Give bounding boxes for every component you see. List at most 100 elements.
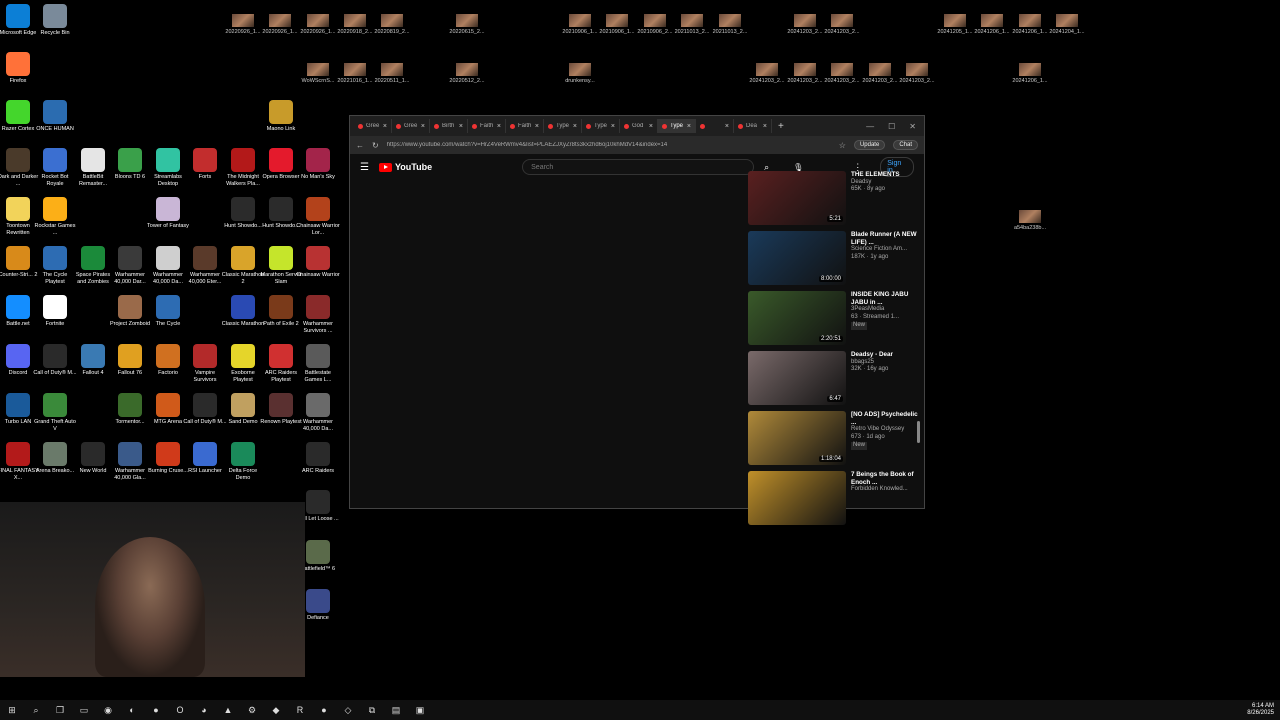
desktop-icon-no-mans-sky[interactable]: No Man's Sky [296,148,340,181]
desktop-icon-rockstar[interactable]: Rockstar Games ... [33,197,77,237]
desktop-icon-battlestate[interactable]: Battlestate Games L... [296,344,340,384]
reload-button[interactable]: ↻ [372,141,379,150]
hamburger-menu-icon[interactable]: ☰ [360,162,369,173]
desktop-file[interactable]: 20220511_1... [370,63,414,84]
desktop-icon-fortnite[interactable]: Fortnite [33,295,77,328]
video-title[interactable]: Deadsy - Dear [851,351,919,359]
channel-name[interactable]: Retro Vibe Odyssey [851,426,919,434]
tab-close-icon[interactable]: × [725,123,729,130]
tab-close-icon[interactable]: × [421,123,425,130]
video-thumbnail[interactable]: 8:00:00 [748,231,846,285]
browser-tab[interactable]: Faith × [468,119,506,133]
desktop-file[interactable]: 20220615_2... [445,14,489,35]
desktop-icon-firefox[interactable]: Firefox [0,52,40,85]
channel-name[interactable]: 3PeasMedia [851,306,919,314]
desktop-icon-chainsaw-warrior[interactable]: Chainsaw Warrior Lor... [296,197,340,237]
task-view-icon[interactable]: ❐ [48,700,72,720]
desktop-icon-gta[interactable]: Grand Theft Auto V [33,393,77,433]
desktop-icon-tower-of-fantasy[interactable]: Tower of Fantasy [146,197,190,230]
video-thumbnail[interactable]: 5:21 [748,171,846,225]
desktop-file[interactable]: 20220512_2... [445,63,489,84]
video-title[interactable]: Blade Runner (A NEW LIFE) ... [851,231,919,246]
desktop-icon-maono[interactable]: Maono Link [259,100,303,133]
channel-name[interactable]: Forbidden Knowled... [851,486,919,494]
desktop-icon-recycle-bin[interactable]: Recycle Bin [33,4,77,37]
obs-icon[interactable]: ● [312,700,336,720]
url-field[interactable]: https://www.youtube.com/watch?v=HrZ4VeRW… [387,142,831,148]
video-title[interactable]: 7 Beings the Book of Enoch ... [851,471,919,486]
search-icon[interactable]: ⌕ [24,700,48,720]
close-window-button[interactable]: ✕ [909,122,916,131]
browser-tab[interactable]: Type × [582,119,620,133]
new-tab-button[interactable]: + [778,121,784,132]
recommendation-item[interactable]: 6:47 Deadsy - Dear bbags25 32K · 16y ago [748,351,920,411]
tab-close-icon[interactable]: × [535,123,539,130]
minimize-button[interactable]: — [866,122,874,131]
rockstar-icon[interactable]: R [288,700,312,720]
recommendation-item[interactable]: 8:00:00 Blade Runner (A NEW LIFE) ... Scie… [748,231,920,291]
maximize-button[interactable]: ☐ [888,122,895,131]
update-button[interactable]: Update [853,140,886,150]
tab-close-icon[interactable]: × [573,123,577,130]
video-title[interactable]: [NO ADS] Psychedelic ... [851,411,919,426]
system-clock[interactable]: 6:14 AM 8/26/2025 [1247,703,1280,717]
back-button[interactable]: ← [356,141,364,150]
desktop-file[interactable]: 20241206_1... [1008,63,1052,84]
video-thumbnail[interactable] [748,471,846,525]
video-thumbnail[interactable]: 1:18:04 [748,411,846,465]
scrollbar[interactable] [917,421,920,443]
epic-icon[interactable]: ◆ [264,700,288,720]
chat-button[interactable]: Chat [893,140,918,150]
razer-icon[interactable]: ⧉ [360,700,384,720]
browser-tab[interactable]: × [696,119,734,133]
opera-icon[interactable]: O [168,700,192,720]
video-thumbnail[interactable]: 6:47 [748,351,846,405]
tab-close-icon[interactable]: × [611,123,615,130]
edge-icon[interactable]: ◐ [120,700,144,720]
channel-name[interactable]: Deadsy [851,179,919,187]
desktop-icon-the-cycle[interactable]: The Cycle [146,295,190,328]
desktop-file[interactable]: 20241204_1... [1045,14,1089,35]
bookmark-icon[interactable]: ☆ [839,141,846,150]
chrome-icon[interactable]: ◉ [96,700,120,720]
browser-tab[interactable]: Gree × [354,119,392,133]
browser-tab[interactable]: God × [620,119,658,133]
obs-icon[interactable]: ● [144,700,168,720]
video-title[interactable]: INSIDE KING JABU JABU in ... [851,291,919,306]
tab-close-icon[interactable]: × [383,123,387,130]
tab-close-icon[interactable]: × [763,123,767,130]
desktop-file[interactable]: 20241203_2... [895,63,939,84]
desktop-file[interactable]: 20220819_2... [370,14,414,35]
recommendation-item[interactable]: 5:21 THE ELEMENTS Deadsy 65K · 8y ago [748,171,920,231]
browser-tab[interactable]: Type × [544,119,582,133]
steam-icon[interactable]: ⚙ [240,700,264,720]
video-title[interactable]: THE ELEMENTS [851,171,919,179]
desktop-icon-arc-raiders[interactable]: ARC Raiders [296,442,340,475]
tab-close-icon[interactable]: × [459,123,463,130]
browser-tab[interactable]: Dea × [734,119,772,133]
file-explorer-icon[interactable]: ▭ [72,700,96,720]
maono-icon[interactable]: ▲ [216,700,240,720]
channel-name[interactable]: bbags25 [851,359,919,367]
desktop-file[interactable]: a54ba238b... [1008,210,1052,231]
browser-tab[interactable]: Type × [658,119,696,133]
streamlabs-icon[interactable]: ▣ [408,700,432,720]
desktop-icon-delta-force[interactable]: Delta Force Demo [221,442,265,482]
desktop-file[interactable]: 20241203_2... [820,14,864,35]
recommendation-item[interactable]: 1:18:04 [NO ADS] Psychedelic ... Retro Vib… [748,411,920,471]
video-thumbnail[interactable]: 2:20:51 [748,291,846,345]
recommendation-item[interactable]: 2:20:51 INSIDE KING JABU JABU in ... 3Peas… [748,291,920,351]
browser-tab[interactable]: Birth × [430,119,468,133]
browser-tab[interactable]: Faith × [506,119,544,133]
desktop-icon-warhammer[interactable]: Warhammer 40,000 Da... [296,393,340,433]
channel-name[interactable]: Science Fiction Am... [851,246,919,254]
notepad-icon[interactable]: ▤ [384,700,408,720]
desktop-file[interactable]: drunkensy... [558,63,602,84]
start-icon[interactable]: ⊞ [0,700,24,720]
desktop-icon-chainsaw-warrior[interactable]: Chainsaw Warrior [296,246,340,279]
app-icon[interactable]: ◇ [336,700,360,720]
desktop-icon-once-human[interactable]: ONCE HUMAN [33,100,77,133]
tab-close-icon[interactable]: × [649,123,653,130]
recommendation-item[interactable]: 7 Beings the Book of Enoch ... Forbidden … [748,471,920,531]
search-input[interactable]: Search [522,159,755,175]
